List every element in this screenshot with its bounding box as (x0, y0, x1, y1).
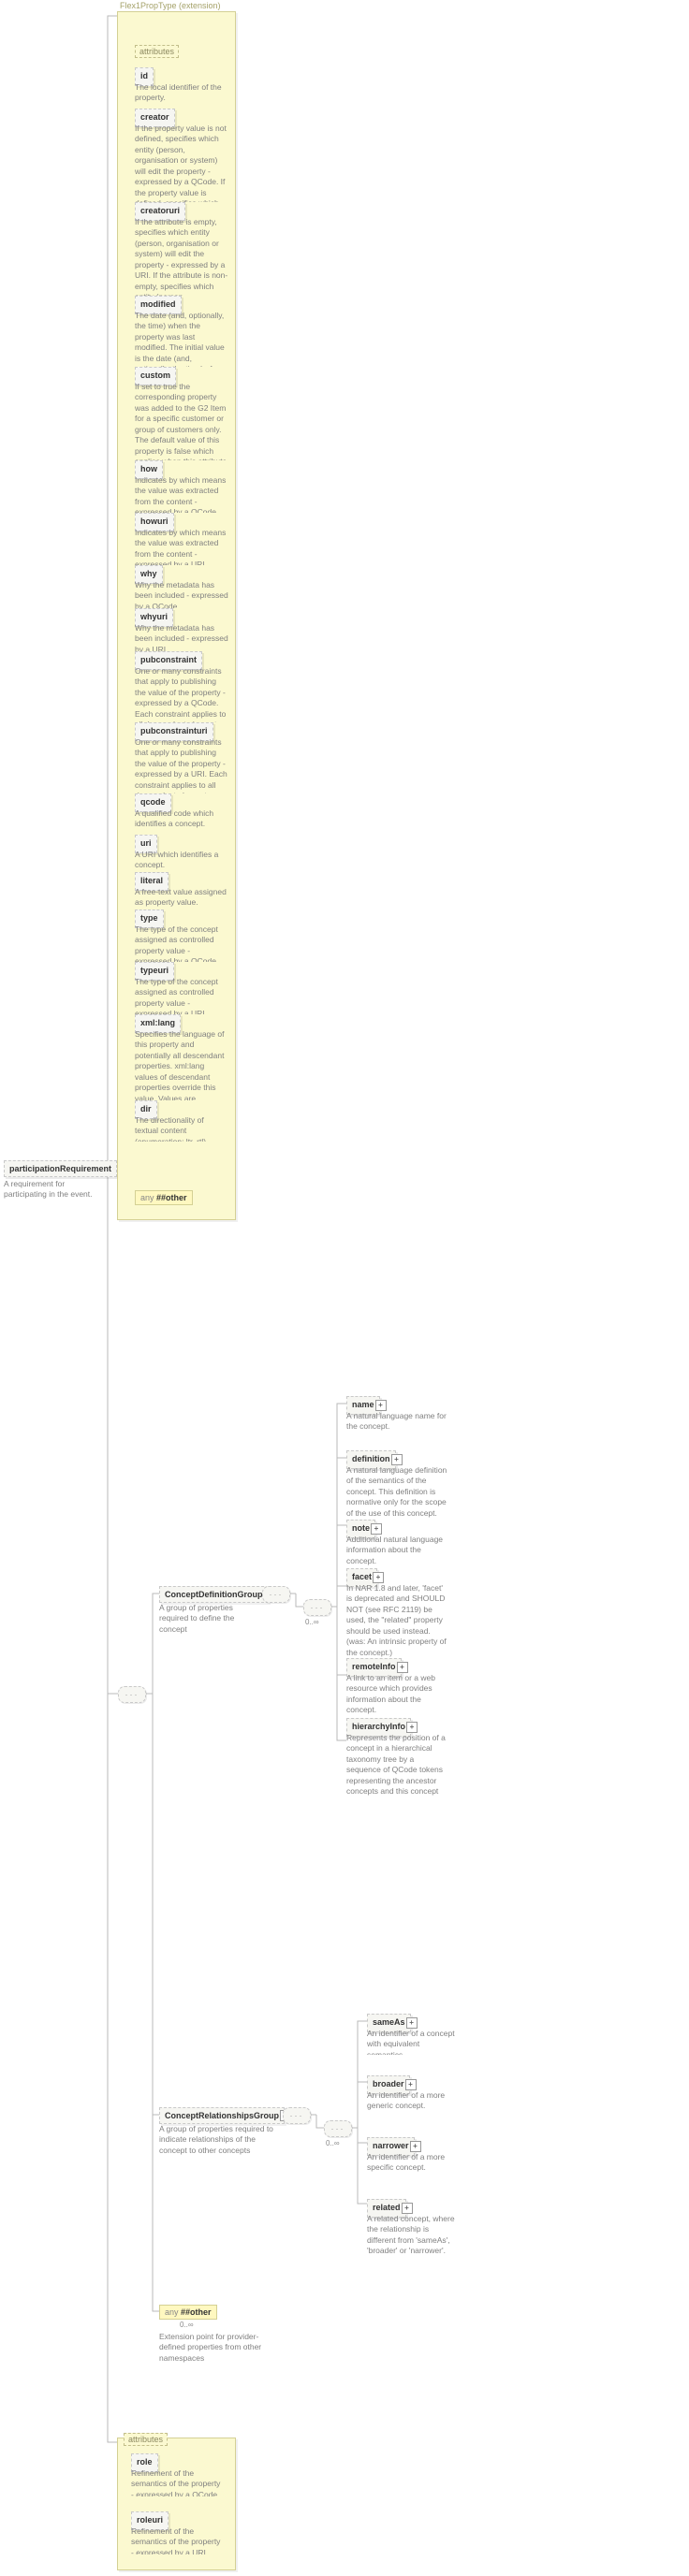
attr-desc: A free-text value assigned as property v… (135, 887, 228, 910)
main-sequence (118, 1686, 146, 1703)
body-wildcard-any: any (165, 2307, 179, 2317)
element-desc: A natural language name for the concept. (346, 1411, 447, 1437)
concept-rel-desc: A group of properties required to indica… (159, 2124, 275, 2156)
concept-relationships-group: ConceptRelationshipsGroup − (159, 2107, 285, 2124)
element-desc: An identifier of a more generic concept. (367, 2090, 457, 2117)
expand-icon[interactable]: + (373, 1572, 384, 1583)
expand-icon[interactable]: + (402, 2203, 413, 2214)
expand-icon[interactable]: + (391, 1454, 403, 1465)
root-name: participationRequirement (9, 1164, 111, 1173)
crel-occurs: 0..∞ (326, 2139, 340, 2147)
body-wildcard-desc: Extension point for provider-defined pro… (159, 2332, 262, 2364)
flex-wildcard-other: ##other (156, 1193, 187, 1202)
attr-desc: Why the metadata has been included - exp… (135, 580, 228, 608)
body-wildcard-other: ##other (181, 2307, 212, 2317)
attr-desc: The type of the concept assigned as cont… (135, 924, 228, 962)
expand-icon[interactable]: + (375, 1400, 387, 1411)
attr-desc: Indicates by which means the value was e… (135, 528, 228, 565)
concept-definition-group: ConceptDefinitionGroup − (159, 1586, 269, 1603)
attr-desc: A URI which identifies a concept. (135, 850, 228, 872)
body-wildcard: any ##other (159, 2305, 217, 2320)
expand-icon[interactable]: + (410, 2141, 421, 2152)
bottom-attrs-label: attributes (124, 2433, 168, 2446)
crel-choice (324, 2120, 352, 2137)
concept-def-desc: A group of properties required to define… (159, 1603, 262, 1635)
element-desc: An identifier of a concept with equivale… (367, 2029, 457, 2055)
concept-def-name: ConceptDefinitionGroup (165, 1590, 263, 1599)
element-desc: Additional natural language information … (346, 1535, 447, 1568)
attr-desc: Refinement of the semantics of the prope… (131, 2526, 225, 2554)
cdef-seq1 (262, 1586, 290, 1603)
flex-extension-title: Flex1PropType (extension) (120, 1, 221, 10)
attr-desc: One or many constraints that apply to pu… (135, 737, 228, 793)
root-desc: A requirement for participating in the e… (4, 1179, 97, 1201)
attr-desc: The directionality of textual content (e… (135, 1115, 228, 1142)
attr-desc: If the property value is not defined, sp… (135, 124, 228, 202)
attr-desc: The local identifier of the property. (135, 82, 228, 109)
attr-desc: If set to true the corresponding propert… (135, 382, 228, 460)
attr-desc: Indicates by which means the value was e… (135, 475, 228, 513)
expand-icon[interactable]: + (371, 1523, 382, 1535)
element-desc: Represents the position of a concept in … (346, 1733, 447, 1800)
root-element: participationRequirement (4, 1160, 117, 1177)
attr-desc: The type of the concept assigned as cont… (135, 977, 228, 1014)
attr-desc: A qualified code which identifies a conc… (135, 808, 228, 835)
body-wildcard-occurs: 0..∞ (180, 2321, 194, 2329)
flex-wildcard-any: any (140, 1193, 154, 1202)
cdef-occurs: 0..∞ (305, 1618, 319, 1626)
attr-desc: The date (and, optionally, the time) whe… (135, 311, 228, 367)
element-desc: In NAR 1.8 and later, 'facet' is depreca… (346, 1583, 447, 1658)
expand-icon[interactable]: + (397, 1662, 408, 1673)
diagram-canvas: participationRequirement A requirement f… (0, 0, 689, 2576)
expand-icon[interactable]: + (405, 2079, 417, 2090)
cdef-choice (303, 1599, 331, 1616)
flex-wildcard: any ##other (135, 1190, 193, 1205)
attr-desc: Specifies the language of this property … (135, 1029, 228, 1100)
connector-lines (0, 0, 689, 2576)
attr-desc: One or many constraints that apply to pu… (135, 666, 228, 722)
expand-icon[interactable]: + (406, 1722, 418, 1733)
crel-seq1 (283, 2107, 311, 2124)
attr-desc: Refinement of the semantics of the prope… (131, 2468, 225, 2496)
element-desc: A link to an item or a web resource whic… (346, 1673, 447, 1718)
attr-desc: If the attribute is empty, specifies whi… (135, 217, 228, 296)
concept-rel-name: ConceptRelationshipsGroup (165, 2111, 279, 2120)
flex-attributes-label: attributes (135, 45, 179, 58)
element-desc: An identifier of a more specific concept… (367, 2152, 457, 2178)
attr-desc: Why the metadata has been included - exp… (135, 623, 228, 651)
element-desc: A natural language definition of the sem… (346, 1465, 447, 1520)
expand-icon[interactable]: + (406, 2017, 418, 2029)
element-desc: A related concept, where the relationshi… (367, 2214, 457, 2257)
